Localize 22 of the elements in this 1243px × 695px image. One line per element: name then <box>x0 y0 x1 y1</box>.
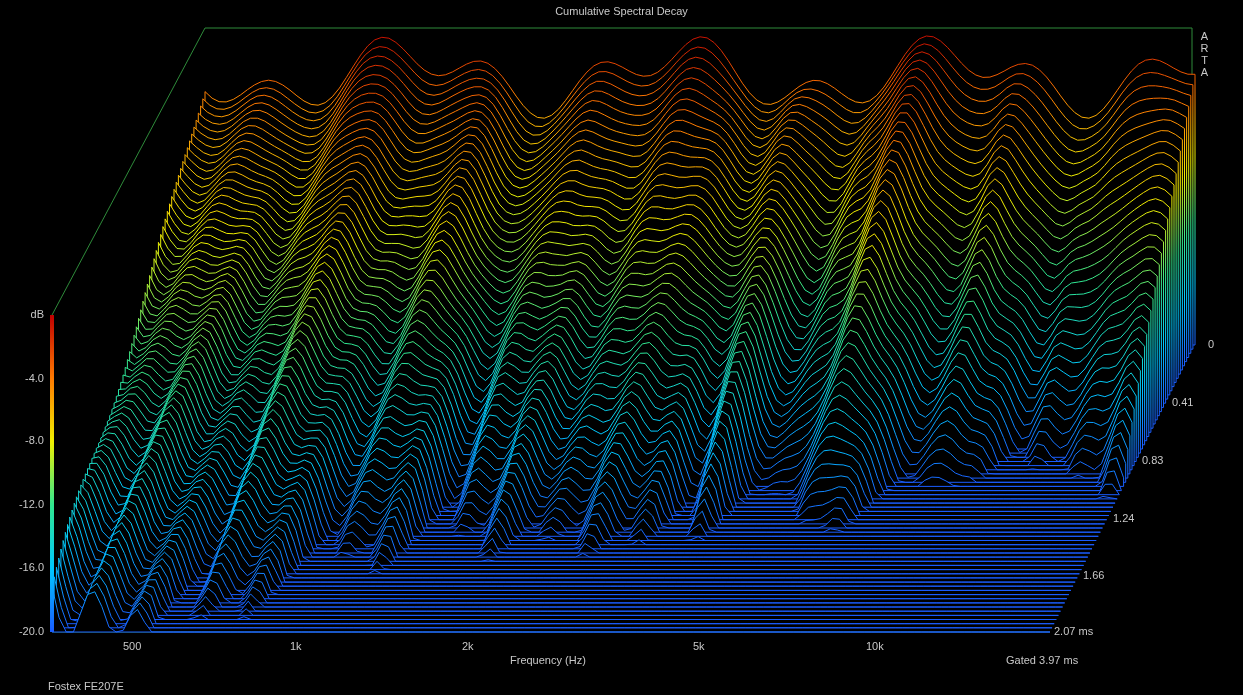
brand-label: ARTA <box>1199 30 1210 79</box>
chart-title: Cumulative Spectral Decay <box>554 6 689 17</box>
y-tick-label: -12.0 <box>18 499 44 510</box>
x-tick-label: 1k <box>290 641 302 652</box>
time-tick-label: 1.66 <box>1083 570 1105 581</box>
time-tick-label: 0 <box>1208 339 1215 350</box>
y-tick-label: -16.0 <box>18 562 44 573</box>
x-tick-label: 5k <box>693 641 705 652</box>
time-tick-label: 1.24 <box>1113 513 1135 524</box>
footer-label: Fostex FE207E <box>48 681 124 692</box>
y-tick-label: -20.0 <box>18 626 44 637</box>
gate-label: Gated 3.97 ms <box>1006 655 1079 666</box>
x-axis-label: Frequency (Hz) <box>510 655 586 666</box>
time-tick-label: 2.07 ms <box>1054 626 1094 637</box>
y-axis-label: dB <box>30 309 44 320</box>
y-tick-label: -8.0 <box>25 435 44 446</box>
x-tick-label: 2k <box>462 641 474 652</box>
x-tick-label: 10k <box>866 641 884 652</box>
time-tick-label: 0.41 <box>1172 397 1194 408</box>
x-tick-label: 500 <box>123 641 142 652</box>
time-tick-label: 0.83 <box>1142 455 1164 466</box>
y-tick-label: -4.0 <box>25 373 44 384</box>
